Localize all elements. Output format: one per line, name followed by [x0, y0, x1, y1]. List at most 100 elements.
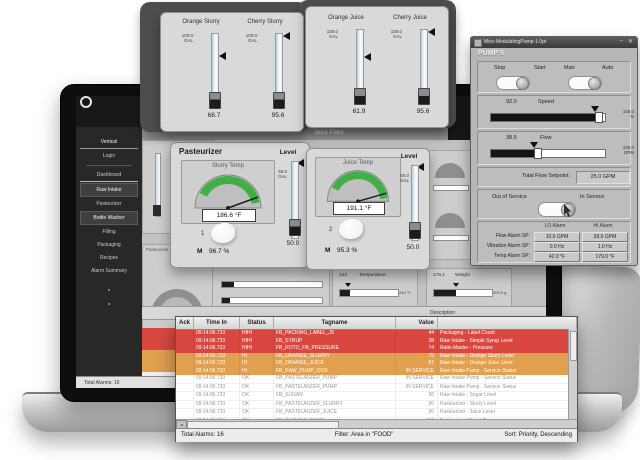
alarm-cell-time: 09:14:06.733 — [194, 384, 240, 392]
header-value[interactable]: Value — [396, 317, 438, 329]
tank-capacity: 100.0 GAL — [380, 29, 402, 39]
bg-temperature-label: Temperature — [359, 273, 386, 278]
slurry-temp-gauge-card: Slurry Temp 186.6 °F — [181, 160, 275, 224]
alarm-cell-desc: Raw Intake - Simple Syrup Level — [438, 338, 577, 346]
sidebar: VerticalLogin DashboardRaw IntakePasteuri… — [76, 127, 142, 388]
man-auto-toggle[interactable] — [568, 76, 602, 90]
sidebar-item-filling[interactable]: Filling — [80, 226, 138, 238]
bg-temperature-max: 240 °F — [399, 290, 411, 295]
alarm-cell-time: 09:14:06.733 — [194, 392, 240, 400]
speed-slider-thumb[interactable] — [595, 112, 603, 123]
alarm-cell-tag: FB_ORANGE_JUICE — [274, 360, 396, 368]
alarm-cell-tag: FB_SYRUP — [274, 338, 396, 346]
sidebar-item-bottle-washer[interactable]: Bottle Washer — [80, 211, 138, 225]
alarm-cell-tag: FB_RAW_PUMP_OOS — [274, 368, 396, 376]
sidebar-dot — [108, 303, 110, 305]
alarm-row[interactable]: 09:14:06.733HIHIFB_PACKING_LABEL_JS44Pac… — [176, 330, 577, 338]
speed-slider[interactable] — [490, 113, 606, 122]
vertical-scrollbar[interactable] — [568, 329, 577, 419]
alarm-cell-time: 09:14:06.733 — [194, 375, 240, 383]
tank-level-thumb[interactable] — [418, 88, 430, 105]
plant-title: Juice Plant — [314, 130, 343, 136]
pasteurizer-panel: Pasteurizer Slurry Temp 186.6 °F Level 5… — [170, 142, 310, 268]
pump-mode: M — [325, 247, 330, 254]
total-flow-label: Total Flow Setpoint: — [482, 173, 570, 179]
alarm-row[interactable]: 09:14:06.733OKFB_PASTEURIZER_PUMPIN SERV… — [176, 384, 577, 393]
header-tagname[interactable]: Tagname — [274, 317, 396, 329]
temp-alarm-lo-field[interactable]: 42.0 °F — [534, 252, 580, 262]
pump-icon[interactable] — [339, 219, 363, 239]
alarm-cell-tag: FB_ROTO_FB_PRESSURE — [274, 345, 396, 353]
header-time-in[interactable]: Time In — [194, 317, 240, 329]
flow-slider-thumb[interactable] — [534, 148, 542, 159]
minimize-icon[interactable]: – — [620, 38, 623, 44]
flow-alarm-hi-field[interactable]: 93.0 GPM — [582, 232, 628, 242]
bg-alarm-rows-high — [142, 350, 175, 372]
alarm-cell-desc: Ratio Master - Pressure — [438, 345, 577, 353]
bg-weight-value: 176.1 — [433, 273, 445, 278]
level-thumb[interactable] — [409, 222, 421, 239]
alarm-row[interactable]: 09:14:06.733OKFB_PASTEURIZER_SLURRY50Pas… — [176, 401, 577, 410]
brand-logo-icon — [80, 96, 92, 108]
sidebar-divider — [86, 165, 132, 166]
alarm-row[interactable]: 09:14:06.733OKFB_PASTEURIZER_PUMPIN SERV… — [176, 375, 577, 384]
tank-value: 61.9 — [324, 108, 394, 115]
temp-alarm-sp-label: Temp Alarm SP: — [478, 253, 530, 259]
temp-alarm-hi-field[interactable]: 179.0 °F — [582, 252, 628, 262]
header-status[interactable]: Status — [240, 317, 274, 329]
sidebar-item-dashboard[interactable]: Dashboard — [80, 169, 138, 182]
alarm-cell-desc: Raw Intake - Sugar Level — [438, 392, 577, 400]
vibration-alarm-hi-field[interactable]: 1.0 Hz — [582, 242, 628, 252]
vibration-alarm-lo-field[interactable]: 0.0 Hz — [534, 242, 580, 252]
header-ack[interactable]: Ack — [176, 317, 194, 329]
pump-icon[interactable] — [211, 223, 235, 243]
alarm-cell-desc: Pasteurizer - Slurry Level — [438, 401, 577, 409]
flow-unit: GPM — [606, 150, 634, 155]
alarm-row[interactable]: 09:14:06.733OKFB_SUGAR36Raw Intake - Sug… — [176, 392, 577, 401]
flow-section: 38.5 Flow 100.0 GPM — [477, 131, 631, 165]
sidebar-item-login[interactable]: Login — [80, 150, 138, 162]
scrollbar-thumb[interactable] — [570, 331, 577, 361]
sidebar-dot — [108, 289, 110, 291]
alarm-rows: 09:14:06.733HIHIFB_PACKING_LABEL_JS44Pac… — [176, 330, 577, 426]
sidebar-item-pasteurizer[interactable]: Pasteurizer — [80, 198, 138, 210]
alarm-row[interactable]: 09:14:06.733HIFB_ORANGE_SLURRY75Raw Inta… — [176, 353, 577, 361]
service-toggle[interactable] — [538, 202, 576, 217]
stop-start-toggle[interactable] — [496, 76, 530, 90]
level-thumb[interactable] — [289, 219, 301, 236]
window-titlebar[interactable]: Misc-ModulatingPump-1.0pt – ✕ — [471, 37, 637, 48]
alarm-cell-time: 09:14:06.733 — [194, 338, 240, 346]
sidebar-item-vertical[interactable]: Vertical — [80, 136, 138, 149]
alarm-row[interactable]: 09:14:06.733HIFB_ORANGE_JUICE87Raw Intak… — [176, 360, 577, 368]
alarm-cell-ack — [176, 368, 194, 376]
alarm-row[interactable]: 09:14:06.733HIFB_RAW_PUMP_OOSIN SERVICER… — [176, 368, 577, 376]
alarm-row[interactable]: 09:14:06.733HIHIFB_SYRUP38Raw Intake - S… — [176, 338, 577, 346]
speed-fill — [491, 114, 596, 121]
pump-number: 1 — [201, 231, 204, 237]
bg-weight-slider[interactable] — [433, 289, 493, 297]
alarm-row[interactable]: 09:14:06.733OKFB_PASTEURIZER_JUICE50Past… — [176, 409, 577, 418]
tank-level-thumb[interactable] — [354, 88, 366, 105]
alarm-row[interactable]: 09:14:06.733HIHIFB_ROTO_FB_PRESSURE74Rat… — [176, 345, 577, 353]
bg-temperature-slider[interactable] — [339, 289, 399, 297]
flow-slider[interactable] — [490, 149, 606, 158]
sidebar-item-raw-intake[interactable]: Raw Intake — [80, 183, 138, 197]
alarm-cell-status: OK — [240, 384, 274, 392]
sidebar-item-recipes[interactable]: Recipes — [80, 252, 138, 264]
lo-alarm-header: LO Alarm — [532, 223, 578, 229]
sidebar-item-packaging[interactable]: Packaging — [80, 239, 138, 251]
alarm-cell-value: 50 — [396, 409, 438, 417]
tank-level-thumb[interactable] — [273, 92, 285, 109]
alarm-cell-tag: FB_PASTEURIZER_PUMP — [274, 375, 396, 383]
alarm-cell-status: OK — [240, 409, 274, 417]
sidebar-item-alarm-summary[interactable]: Alarm Summary — [80, 265, 138, 277]
total-flow-setpoint-field[interactable]: 25.0 GPM — [576, 171, 630, 184]
alarm-cell-status: HIHI — [240, 330, 274, 338]
bg-total-alarms: Total Alarms: 16 — [84, 380, 120, 386]
flow-alarm-sp-label: Flow Alarm SP: — [478, 233, 530, 239]
flow-alarm-lo-field[interactable]: 10.0 GPM — [534, 232, 580, 242]
capacity-unit: GAL — [171, 38, 193, 43]
close-icon[interactable]: ✕ — [628, 38, 633, 45]
juice-panel: Juice Temp 191.1 °F Level 50.0 GAL 50.0 … — [306, 148, 430, 270]
tank-level-thumb[interactable] — [209, 92, 221, 109]
